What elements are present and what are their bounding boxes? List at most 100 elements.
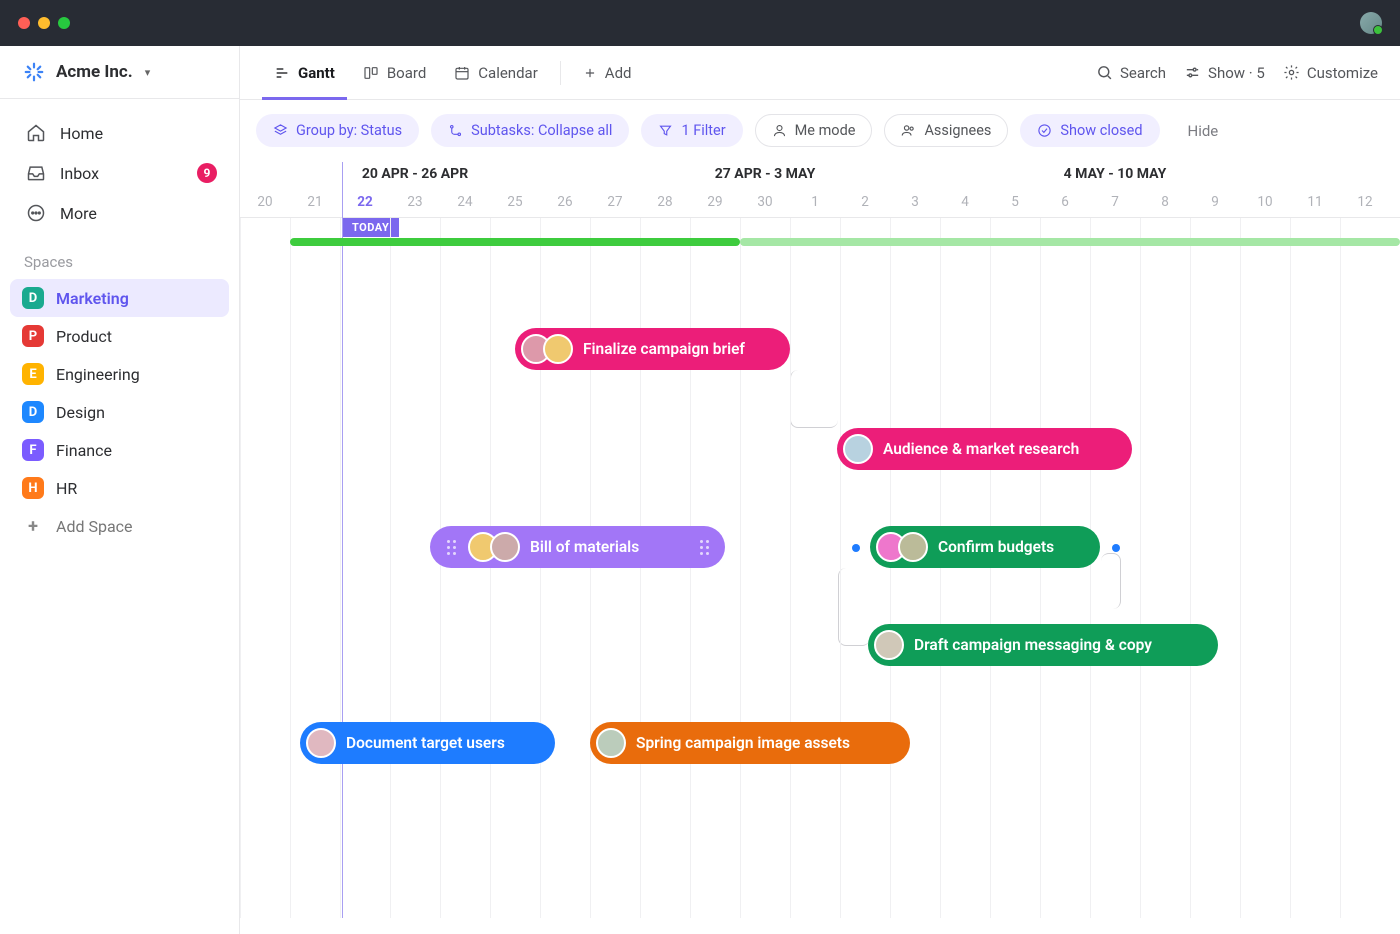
chip-subtasks[interactable]: Subtasks: Collapse all bbox=[431, 114, 629, 147]
search-button[interactable]: Search bbox=[1096, 64, 1166, 82]
day-cell[interactable]: 6 bbox=[1040, 194, 1090, 210]
filter-bar: Group by: Status Subtasks: Collapse all … bbox=[240, 100, 1400, 161]
task-bill-of-materials[interactable]: Bill of materials bbox=[430, 526, 725, 568]
space-item-marketing[interactable]: DMarketing bbox=[10, 279, 229, 317]
task-confirm-budgets[interactable]: Confirm budgets bbox=[870, 526, 1100, 568]
day-cell[interactable]: 28 bbox=[640, 194, 690, 210]
tab-label: Gantt bbox=[298, 64, 335, 82]
task-spring-assets[interactable]: Spring campaign image assets bbox=[590, 722, 910, 764]
week-label: 20 APR - 26 APR bbox=[240, 166, 590, 182]
task-label: Bill of materials bbox=[530, 538, 639, 556]
day-cell[interactable]: 20 bbox=[240, 194, 290, 210]
people-icon bbox=[901, 123, 916, 138]
day-cell[interactable]: 9 bbox=[1190, 194, 1240, 210]
day-cell[interactable]: 8 bbox=[1140, 194, 1190, 210]
workspace-name: Acme Inc. bbox=[56, 62, 133, 82]
window-controls[interactable] bbox=[18, 17, 70, 29]
stack-icon bbox=[273, 123, 288, 138]
label: Subtasks: Collapse all bbox=[471, 122, 612, 139]
show-button[interactable]: Show · 5 bbox=[1184, 64, 1265, 82]
space-item-hr[interactable]: HHR bbox=[10, 469, 229, 507]
spaces-header: Spaces bbox=[0, 239, 239, 275]
connector bbox=[790, 370, 838, 428]
space-badge: E bbox=[22, 363, 44, 385]
label: Group by: Status bbox=[296, 122, 402, 139]
day-cell[interactable]: 22 bbox=[340, 194, 390, 210]
close-dot[interactable] bbox=[18, 17, 30, 29]
chip-filter[interactable]: 1 Filter bbox=[641, 114, 742, 147]
add-space-button[interactable]: +Add Space bbox=[10, 507, 229, 545]
nav-home[interactable]: Home bbox=[14, 113, 225, 153]
space-item-finance[interactable]: F Finance bbox=[10, 431, 229, 469]
nav-label: Home bbox=[60, 124, 103, 143]
plus-icon: + bbox=[22, 515, 44, 537]
day-cell[interactable]: 29 bbox=[690, 194, 740, 210]
customize-button[interactable]: Customize bbox=[1283, 64, 1378, 82]
tab-board[interactable]: Board bbox=[351, 46, 438, 99]
today-line bbox=[342, 162, 343, 918]
drag-handle-icon[interactable] bbox=[444, 540, 458, 555]
task-document-users[interactable]: Document target users bbox=[300, 722, 555, 764]
nav-more[interactable]: More bbox=[14, 193, 225, 233]
gantt-timeline: 20 APR - 26 APR27 APR - 3 MAY4 MAY - 10 … bbox=[240, 161, 1400, 934]
day-cell[interactable]: 3 bbox=[890, 194, 940, 210]
sliders-icon bbox=[1184, 64, 1201, 81]
maximize-dot[interactable] bbox=[58, 17, 70, 29]
tab-add-view[interactable]: Add bbox=[571, 46, 644, 99]
timeline-header: 20 APR - 26 APR27 APR - 3 MAY4 MAY - 10 … bbox=[240, 161, 1400, 218]
space-badge: D bbox=[22, 401, 44, 423]
gantt-icon bbox=[274, 65, 290, 81]
sidebar: Acme Inc. ▾ Home Inbox 9 More bbox=[0, 46, 240, 934]
chip-me-mode[interactable]: Me mode bbox=[755, 114, 873, 147]
tab-calendar[interactable]: Calendar bbox=[442, 46, 550, 99]
tab-label: Board bbox=[387, 64, 426, 82]
day-cell[interactable]: 24 bbox=[440, 194, 490, 210]
space-label: Product bbox=[56, 327, 112, 346]
day-cell[interactable]: 7 bbox=[1090, 194, 1140, 210]
day-cell[interactable]: 21 bbox=[290, 194, 340, 210]
space-item-product[interactable]: PProduct bbox=[10, 317, 229, 355]
space-item-engineering[interactable]: E Engineering bbox=[10, 355, 229, 393]
space-badge: F bbox=[22, 439, 44, 461]
task-finalize[interactable]: Finalize campaign brief bbox=[515, 328, 790, 370]
day-cell[interactable]: 1 bbox=[790, 194, 840, 210]
tab-label: Add bbox=[605, 64, 632, 82]
day-cell[interactable]: 12 bbox=[1340, 194, 1390, 210]
user-avatar[interactable] bbox=[1360, 12, 1382, 34]
task-audience[interactable]: Audience & market research bbox=[837, 428, 1132, 470]
day-cell[interactable]: 26 bbox=[540, 194, 590, 210]
day-cell[interactable]: 27 bbox=[590, 194, 640, 210]
space-item-design[interactable]: DDesign bbox=[10, 393, 229, 431]
workspace-switcher[interactable]: Acme Inc. ▾ bbox=[0, 46, 239, 99]
progress-bar-done bbox=[290, 238, 740, 246]
day-cell[interactable]: 11 bbox=[1290, 194, 1340, 210]
connector bbox=[1101, 553, 1121, 609]
space-badge: D bbox=[22, 287, 44, 309]
milestone-dot[interactable] bbox=[852, 544, 860, 552]
day-cell[interactable]: 4 bbox=[940, 194, 990, 210]
day-cell[interactable]: 30 bbox=[740, 194, 790, 210]
nav-inbox[interactable]: Inbox 9 bbox=[14, 153, 225, 193]
inbox-badge: 9 bbox=[197, 163, 217, 183]
space-label: Finance bbox=[56, 441, 112, 460]
day-cell[interactable]: 5 bbox=[990, 194, 1040, 210]
tab-gantt[interactable]: Gantt bbox=[262, 46, 347, 99]
person-icon bbox=[772, 123, 787, 138]
minimize-dot[interactable] bbox=[38, 17, 50, 29]
day-cell[interactable]: 25 bbox=[490, 194, 540, 210]
plus-icon bbox=[583, 66, 597, 80]
chip-assignees[interactable]: Assignees bbox=[884, 114, 1008, 147]
day-cell[interactable]: 2 bbox=[840, 194, 890, 210]
check-circle-icon bbox=[1037, 123, 1052, 138]
milestone-dot[interactable] bbox=[1112, 544, 1120, 552]
task-draft-messaging[interactable]: Draft campaign messaging & copy bbox=[868, 624, 1218, 666]
day-cell[interactable]: 10 bbox=[1240, 194, 1290, 210]
task-label: Document target users bbox=[346, 734, 505, 752]
day-cell[interactable]: 23 bbox=[390, 194, 440, 210]
chip-groupby[interactable]: Group by: Status bbox=[256, 114, 419, 147]
drag-handle-icon[interactable] bbox=[697, 540, 711, 555]
hide-button[interactable]: Hide bbox=[1178, 116, 1229, 146]
space-label: Engineering bbox=[56, 365, 140, 384]
chip-show-closed[interactable]: Show closed bbox=[1020, 114, 1159, 147]
task-label: Confirm budgets bbox=[938, 538, 1054, 556]
